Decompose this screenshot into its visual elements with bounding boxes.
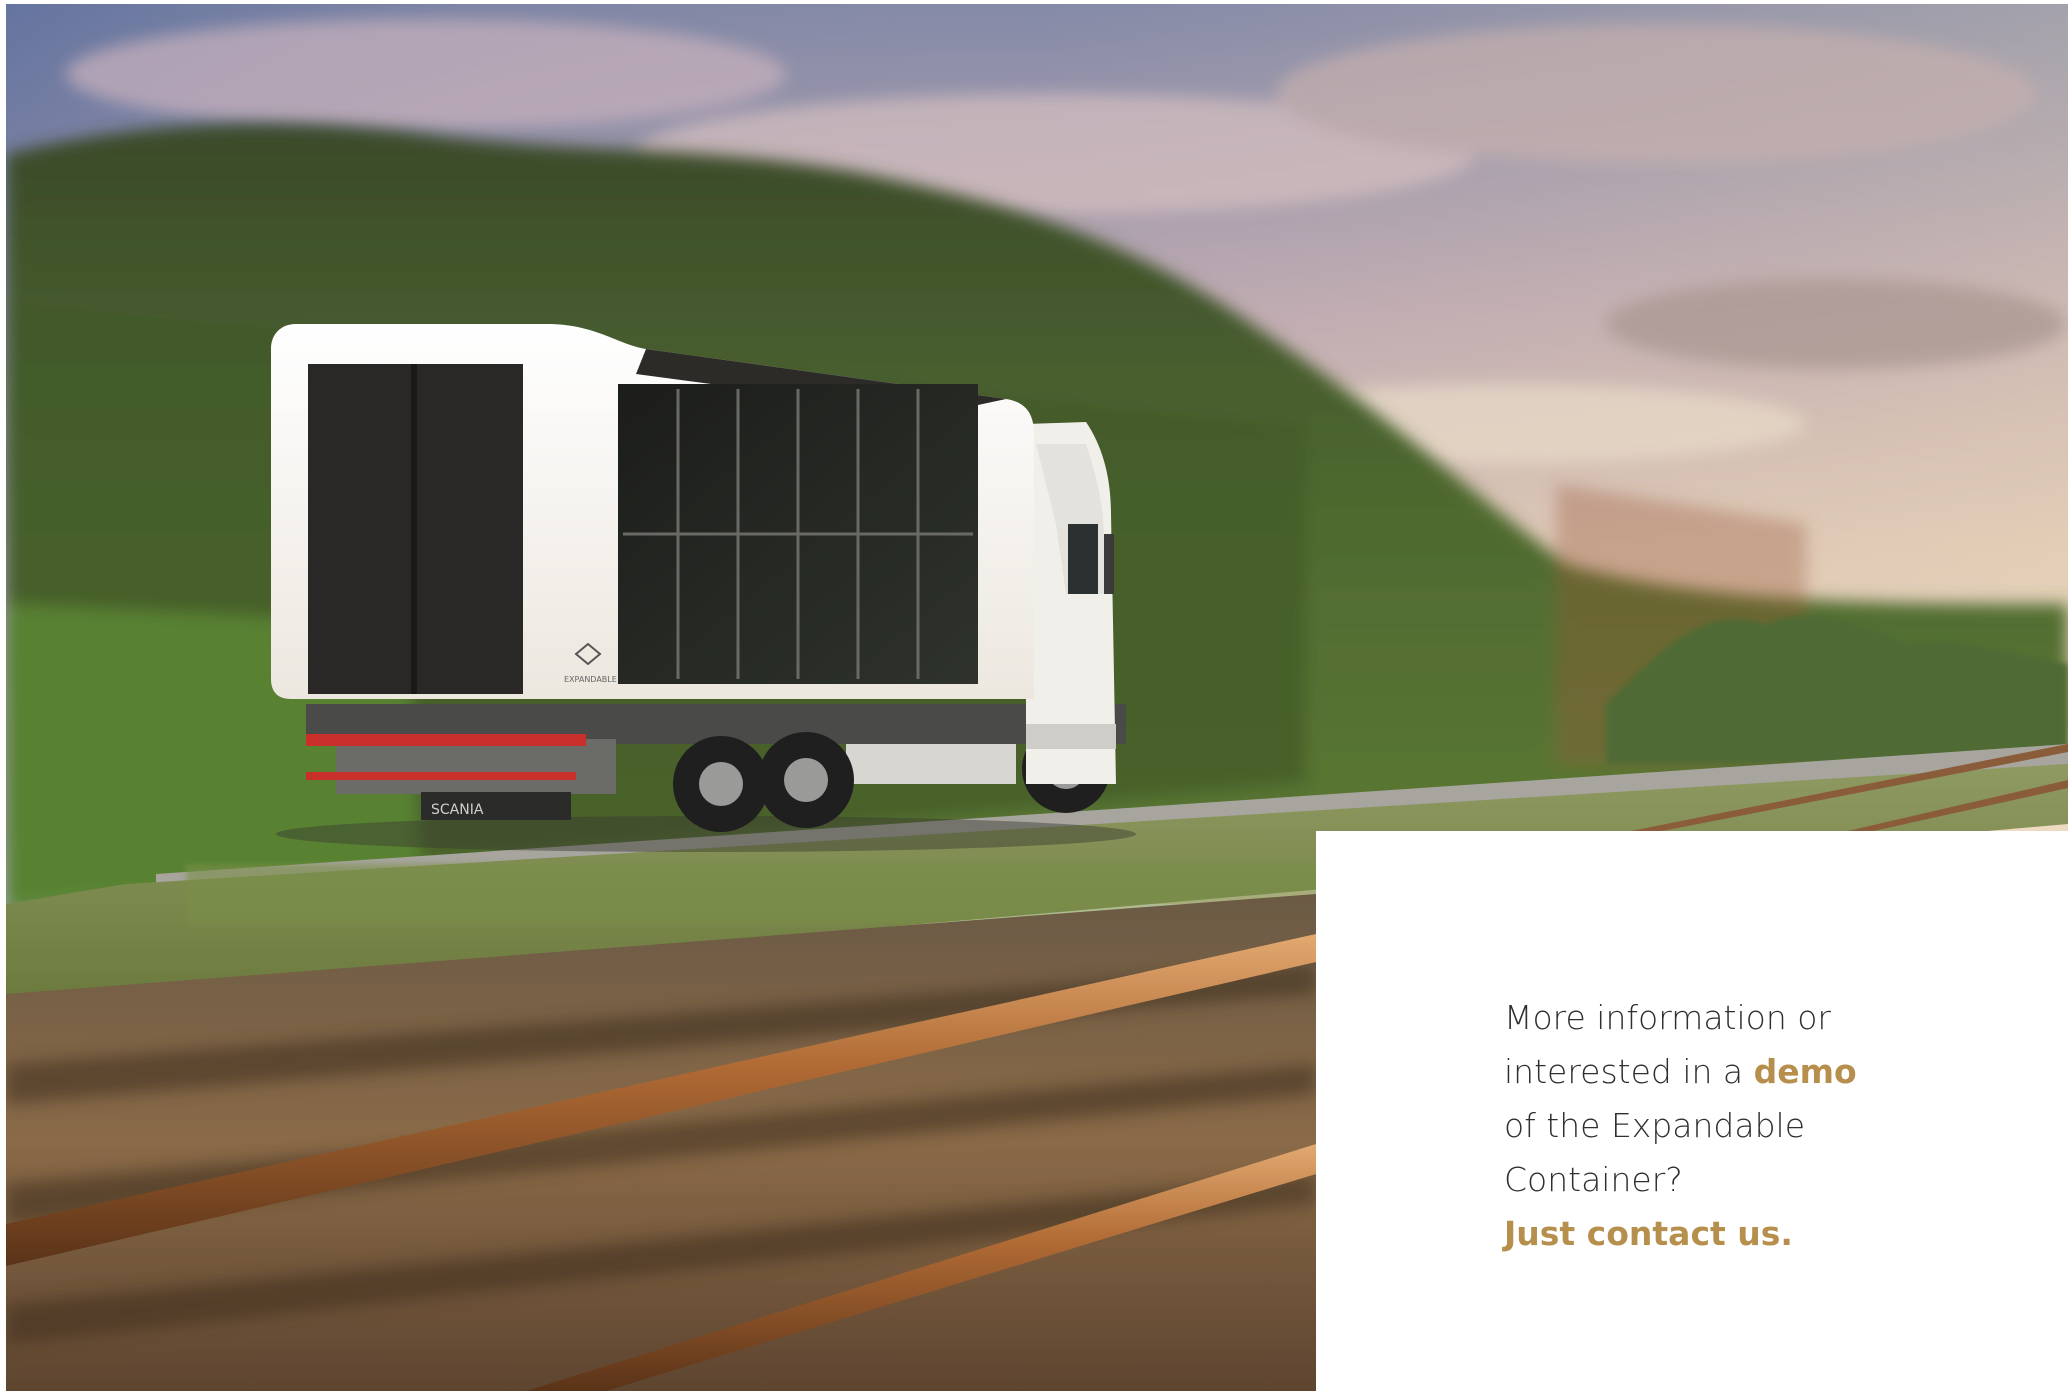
message-line-2-text: interested in a [1504, 1052, 1754, 1091]
message-line-2: interested in a demo [1504, 1045, 1944, 1099]
truck-brand-text: SCANIA [431, 802, 484, 818]
contact-us-link[interactable]: Just contact us. [1504, 1207, 1944, 1261]
contact-card: More information or interested in a demo… [1316, 831, 2072, 1395]
contact-message: More information or interested in a demo… [1504, 991, 1944, 1261]
demo-link[interactable]: demo [1754, 1052, 1857, 1091]
message-line-4: Container? [1504, 1160, 1683, 1199]
truck: SCANIA EXPANDABLE [271, 324, 1136, 852]
container-logo-text: EXPANDABLE [564, 675, 617, 684]
message-line-3: of the Expandable [1504, 1106, 1805, 1145]
message-line-1: More information or [1504, 998, 1832, 1037]
